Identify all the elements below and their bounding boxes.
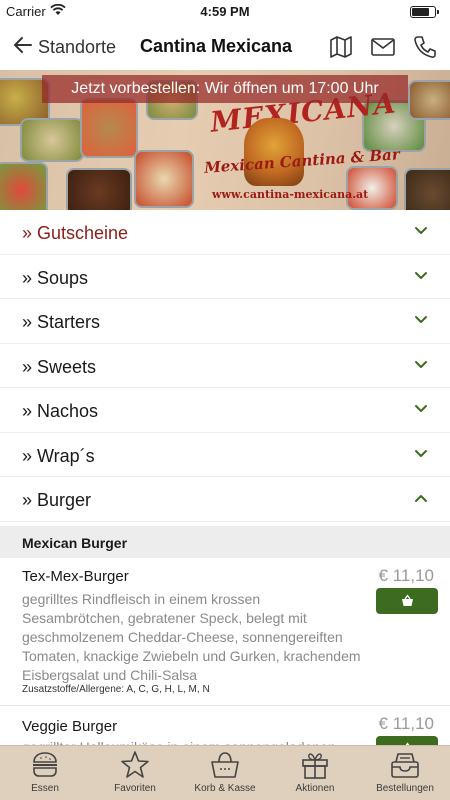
category-row[interactable]: » Wrap´s [0, 433, 450, 477]
food-tray-image [66, 168, 132, 210]
tab-label: Essen [31, 783, 59, 794]
burger-icon [29, 750, 61, 780]
star-icon [119, 750, 151, 780]
tab-bar: Essen Favoriten Korb & Kasse Aktionen Be… [0, 745, 450, 800]
food-tray-image [0, 162, 48, 210]
navigation-bar: Standorte Cantina Mexicana [0, 24, 450, 70]
tab-label: Korb & Kasse [194, 783, 256, 794]
section-header: Mexican Burger [0, 526, 450, 558]
category-row[interactable]: » Burger [0, 477, 450, 522]
category-row[interactable]: » Gutscheine [0, 210, 450, 255]
nav-actions [328, 34, 438, 60]
food-tray-image [80, 98, 138, 158]
restaurant-banner: MEXICANA Mexican Cantina & Bar www.canti… [0, 70, 450, 210]
menu-item[interactable]: Tex-Mex-Burger gegrilltes Rindfleisch in… [0, 558, 450, 706]
mail-icon[interactable] [370, 34, 396, 60]
item-price: € 11,10 [378, 714, 434, 733]
item-name: Tex-Mex-Burger [22, 568, 129, 585]
category-list: » Gutscheine » Soups » Starters » Sweets » N… [0, 210, 450, 522]
chevron-up-icon [414, 493, 428, 503]
chevron-down-icon [414, 449, 428, 459]
food-tray-image [134, 150, 194, 208]
tab-korb-kasse[interactable]: Korb & Kasse [180, 746, 270, 800]
phone-icon[interactable] [412, 34, 438, 60]
chevron-down-icon [414, 226, 428, 236]
gift-icon [299, 750, 331, 780]
category-label: » Soups [22, 267, 89, 288]
chevron-down-icon [414, 404, 428, 414]
back-button[interactable]: Standorte [12, 34, 116, 61]
food-tray-image [404, 168, 450, 210]
opening-notice: Jetzt vorbestellen: Wir öffnen um 17:00 … [42, 75, 408, 103]
category-label: » Burger [22, 490, 92, 510]
chevron-down-icon [414, 315, 428, 325]
food-tray-image [408, 80, 450, 120]
tab-bestellungen[interactable]: Bestellungen [360, 746, 450, 800]
clock: 4:59 PM [200, 4, 250, 19]
battery-icon [410, 6, 439, 18]
food-tray-image [20, 118, 84, 162]
tab-aktionen[interactable]: Aktionen [270, 746, 360, 800]
battery-level [412, 8, 429, 16]
page-title: Cantina Mexicana [140, 36, 293, 56]
back-label: Standorte [38, 37, 117, 57]
basket-icon [402, 594, 413, 606]
item-name: Veggie Burger [22, 718, 118, 735]
tab-favoriten[interactable]: Favoriten [90, 746, 180, 800]
basket-icon [209, 750, 241, 780]
tab-label: Aktionen [295, 783, 335, 794]
category-label: » Wrap´s [22, 445, 95, 466]
category-row[interactable]: » Nachos [0, 388, 450, 433]
tab-label: Bestellungen [376, 783, 434, 794]
tab-essen[interactable]: Essen [0, 746, 90, 800]
category-label: » Nachos [22, 401, 99, 421]
chevron-down-icon [414, 271, 428, 281]
tab-label: Favoriten [114, 783, 156, 794]
category-row[interactable]: » Starters [0, 299, 450, 344]
chevron-down-icon [414, 360, 428, 370]
item-description: gegrilltes Rindfleisch in einem krossen … [22, 591, 361, 683]
item-allergens: Zusatzstoffe/Allergene: A, C, G, H, L, M… [22, 684, 210, 695]
status-bar: Carrier 4:59 PM [0, 0, 450, 24]
category-row[interactable]: » Sweets [0, 344, 450, 388]
orders-icon [389, 750, 421, 780]
category-row[interactable]: » Soups [0, 255, 450, 299]
menu-item[interactable]: Veggie Burger gegrillter Halloumikäse in… [0, 706, 450, 746]
category-label: » Starters [22, 312, 101, 332]
category-label: » Sweets [22, 356, 97, 377]
section-title: Mexican Burger [22, 535, 128, 551]
map-icon[interactable] [328, 34, 354, 60]
add-to-cart-button[interactable] [376, 588, 438, 614]
item-price: € 11,10 [378, 566, 434, 585]
category-label: » Gutscheine [22, 223, 129, 243]
logo-url: www.cantina-mexicana.at [212, 188, 369, 201]
arrow-left-icon [12, 34, 34, 61]
